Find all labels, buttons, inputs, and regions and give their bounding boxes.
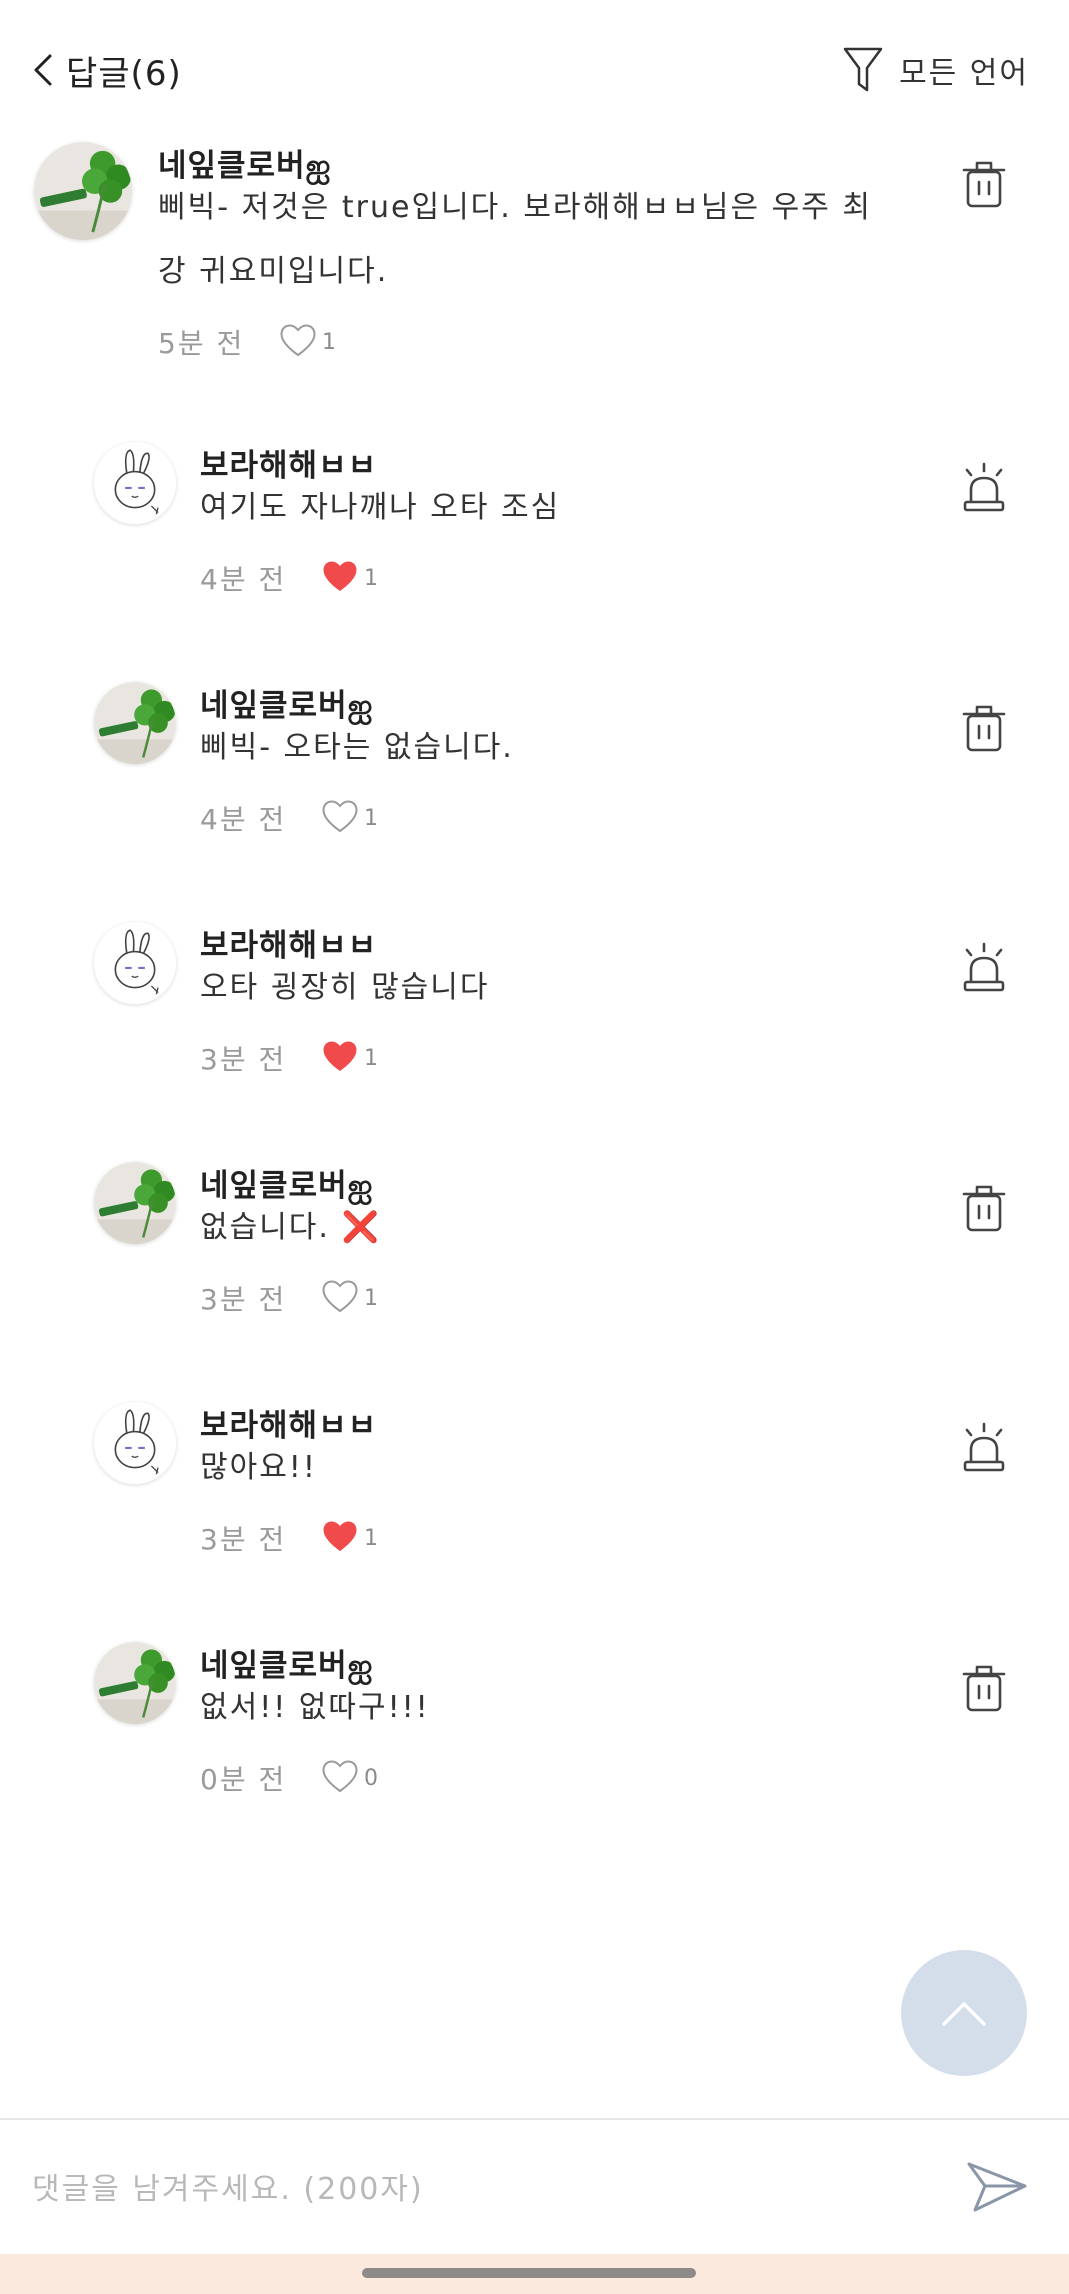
like-button[interactable]: 1 (320, 1277, 378, 1319)
heart-icon (320, 557, 360, 599)
trash-icon (962, 161, 1006, 208)
avatar[interactable] (94, 442, 176, 524)
delete-button[interactable] (959, 156, 1009, 212)
comment-time: 5분 전 (158, 327, 245, 360)
comment-text: 삐빅- 오타는 없습니다. (200, 730, 514, 765)
avatar[interactable] (94, 1162, 176, 1244)
siren-icon (963, 942, 1005, 992)
reply-item: 보라해해ㅂㅂ 많아요!! 3분 전1 (0, 1400, 1069, 1580)
heart-icon (320, 1277, 360, 1319)
home-bar-area (0, 2254, 1069, 2294)
heart-icon (320, 1757, 360, 1799)
heart-icon (320, 1517, 360, 1559)
language-filter-label: 모든 언어 (899, 56, 1029, 91)
comment-meta: 4분 전 1 (200, 554, 378, 602)
reply-item: 네잎클로버ஐ 없서!! 없따구!!! 0분 전0 (0, 1640, 1069, 1820)
comment-input-bar (0, 2120, 1069, 2254)
comment-time: 3분 전 (200, 1283, 287, 1316)
comment-text: 오타 굉장히 많습니다 (200, 970, 490, 1005)
home-indicator[interactable] (362, 2268, 696, 2278)
siren-icon (963, 1422, 1005, 1472)
report-button[interactable] (959, 460, 1009, 516)
back-button[interactable]: 답글(6) (30, 38, 182, 102)
trash-icon (962, 705, 1006, 752)
chevron-up-icon (942, 2002, 986, 2026)
like-button[interactable]: 1 (320, 557, 378, 599)
comment-time: 3분 전 (200, 1043, 287, 1076)
avatar[interactable] (94, 922, 176, 1004)
trash-icon (962, 1185, 1006, 1232)
delete-button[interactable] (959, 1660, 1009, 1716)
report-button[interactable] (959, 1420, 1009, 1476)
like-button[interactable]: 0 (320, 1757, 378, 1799)
comment-text: 삐빅- 저것은 true입니다. 보라해해ㅂㅂ님은 우주 최강 귀요미입니다. (158, 190, 873, 289)
comment-time: 3분 전 (200, 1523, 287, 1556)
chevron-left-icon (34, 54, 52, 86)
avatar[interactable] (94, 682, 176, 764)
like-count: 1 (364, 1525, 378, 1551)
heart-icon (278, 321, 318, 363)
reply-item: 보라해해ㅂㅂ 여기도 자나깨나 오타 조심 4분 전1 (0, 440, 1069, 620)
paper-plane-icon (967, 2162, 1027, 2212)
like-count: 1 (364, 1285, 378, 1311)
comment-meta: 3분 전 1 (200, 1274, 378, 1322)
comment-input[interactable] (30, 2148, 934, 2230)
like-button[interactable]: 1 (320, 1037, 378, 1079)
like-count: 1 (364, 565, 378, 591)
comment-text: 많아요!! (200, 1450, 317, 1485)
avatar[interactable] (94, 1402, 176, 1484)
like-count: 1 (364, 1045, 378, 1071)
comment-meta: 4분 전 1 (200, 794, 378, 842)
trash-icon (962, 1665, 1006, 1712)
like-button[interactable]: 1 (278, 321, 336, 363)
comment-item: 네잎클로버ஐ 삐빅- 저것은 true입니다. 보라해해ㅂㅂ님은 우주 최강 귀요… (0, 140, 1069, 380)
avatar[interactable] (94, 1642, 176, 1724)
language-filter-button[interactable]: 모든 언어 (841, 38, 1029, 102)
comment-text: 여기도 자나깨나 오타 조심 (200, 490, 561, 525)
like-count: 1 (322, 329, 336, 355)
scroll-to-top-button[interactable] (901, 1950, 1027, 2076)
reply-item: 네잎클로버ஐ 삐빅- 오타는 없습니다. 4분 전1 (0, 680, 1069, 860)
siren-icon (963, 462, 1005, 512)
heart-icon (320, 1037, 360, 1079)
avatar[interactable] (34, 142, 132, 240)
comment-meta: 3분 전 1 (200, 1034, 378, 1082)
comment-time: 4분 전 (200, 803, 287, 836)
page-title: 답글(6) (66, 53, 182, 94)
like-count: 0 (364, 1765, 378, 1791)
comment-meta: 5분 전 1 (158, 318, 336, 366)
report-button[interactable] (959, 940, 1009, 996)
funnel-icon (843, 47, 883, 92)
like-button[interactable]: 1 (320, 1517, 378, 1559)
comment-time: 4분 전 (200, 563, 287, 596)
reply-item: 네잎클로버ஐ 없습니다. ❌ 3분 전1 (0, 1160, 1069, 1340)
top-bar: 답글(6) 모든 언어 (0, 0, 1069, 130)
send-button[interactable] (965, 2156, 1029, 2216)
delete-button[interactable] (959, 700, 1009, 756)
heart-icon (320, 797, 360, 839)
comment-meta: 0분 전 0 (200, 1754, 378, 1802)
comment-meta: 3분 전 1 (200, 1514, 378, 1562)
comment-text: 없서!! 없따구!!! (200, 1690, 430, 1725)
reply-item: 보라해해ㅂㅂ 오타 굉장히 많습니다 3분 전1 (0, 920, 1069, 1100)
comment-text: 없습니다. ❌ (200, 1210, 381, 1245)
delete-button[interactable] (959, 1180, 1009, 1236)
comment-time: 0분 전 (200, 1763, 287, 1796)
like-count: 1 (364, 805, 378, 831)
like-button[interactable]: 1 (320, 797, 378, 839)
